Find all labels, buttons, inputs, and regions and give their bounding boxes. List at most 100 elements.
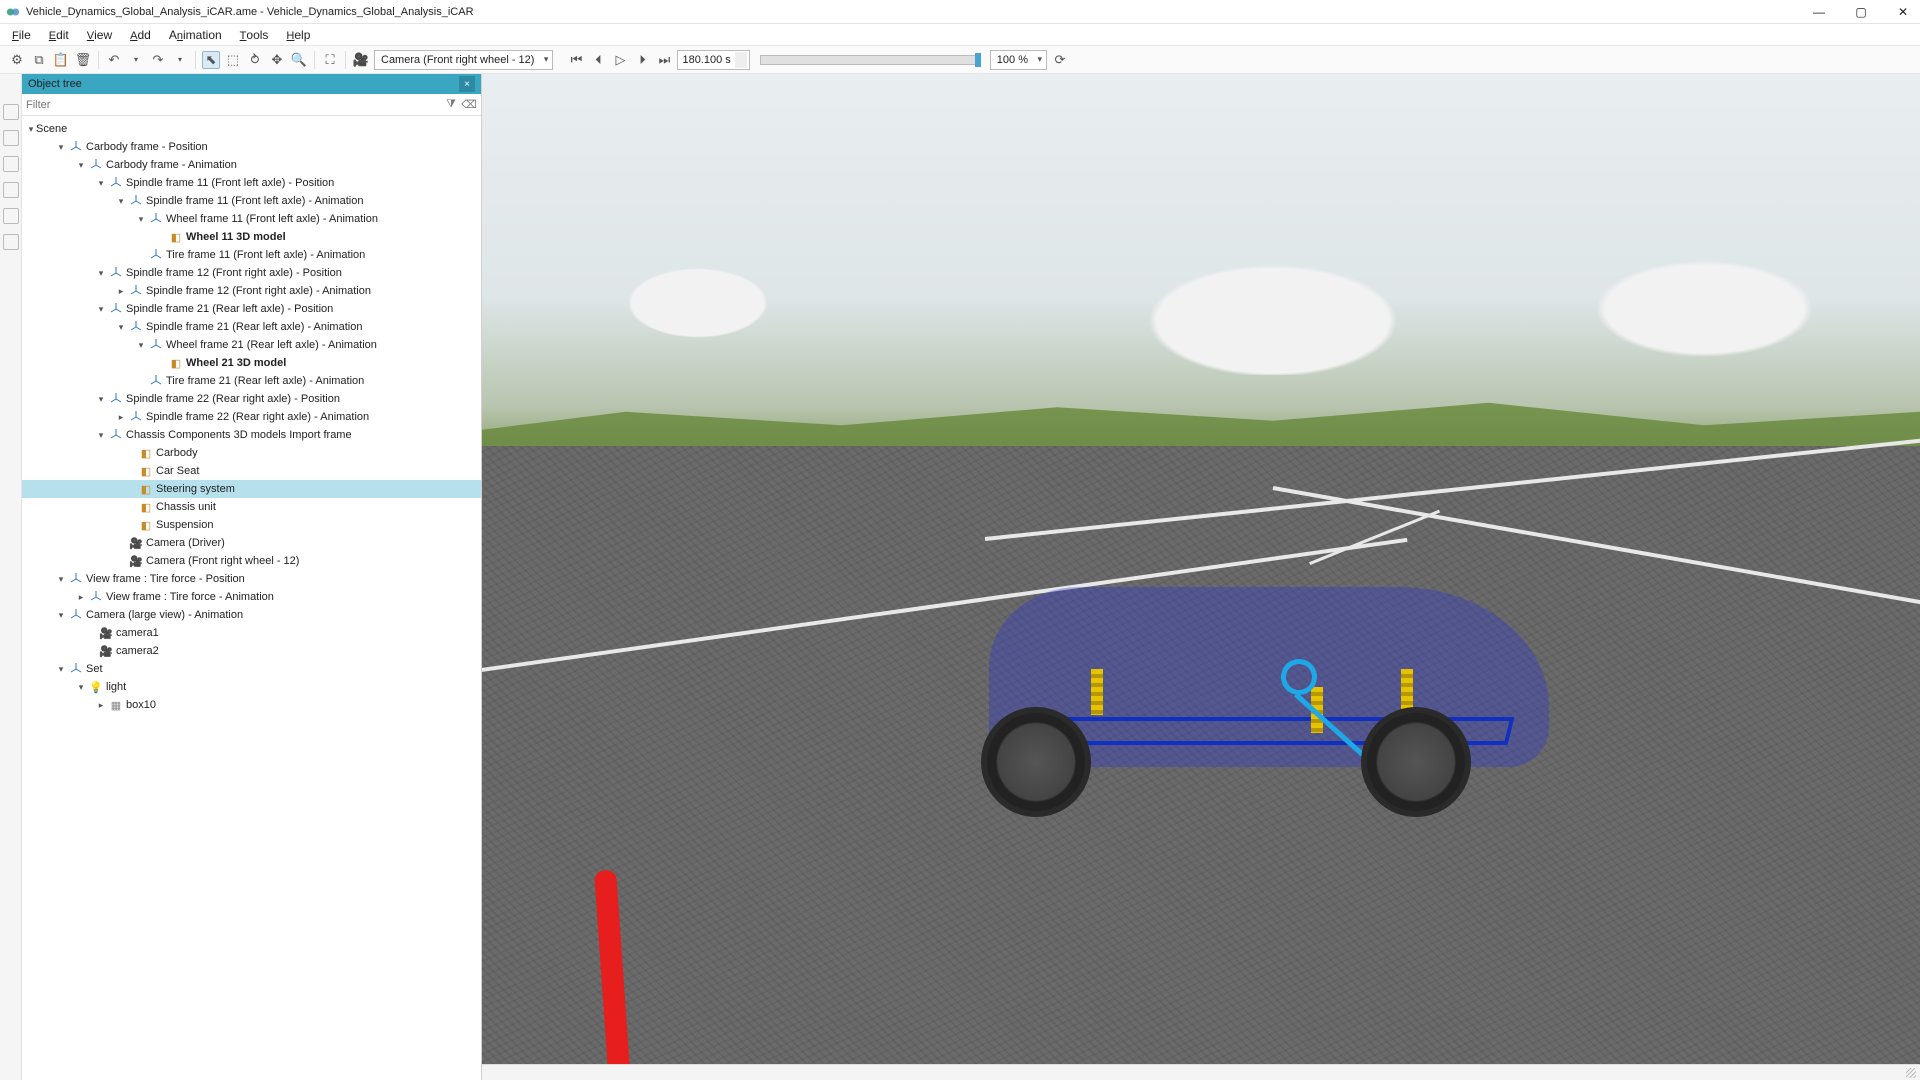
rail-icon-1[interactable] [3,104,19,120]
tree-carbody-pos[interactable]: ▾Carbody frame - Position [22,138,481,156]
maximize-button[interactable]: ▢ [1854,5,1868,19]
tree-wf11-anim[interactable]: ▾Wheel frame 11 (Front left axle) - Anim… [22,210,481,228]
tree-view-tire-pos[interactable]: ▾View frame : Tire force - Position [22,570,481,588]
axes-icon [109,266,123,280]
tree-carbody[interactable]: ▸◧Carbody [22,444,481,462]
viewport-3d[interactable] [482,74,1920,1080]
loop-icon[interactable]: ⟳ [1051,51,1069,69]
step-forward-icon[interactable]: ⏵ [633,51,651,69]
delete-icon[interactable]: 🗑 [74,51,92,69]
tree-carseat[interactable]: ▸◧Car Seat [22,462,481,480]
rail-icon-6[interactable] [3,234,19,250]
panel-title: Object tree [28,78,82,90]
timeline-slider[interactable] [760,55,980,65]
redo-menu-icon[interactable]: ▾ [171,51,189,69]
rail-icon-5[interactable] [3,208,19,224]
tree-sp11-anim[interactable]: ▾Spindle frame 11 (Front left axle) - An… [22,192,481,210]
time-field[interactable]: 180.100 s ▴▾ [677,50,749,70]
menu-bar: File Edit View Add Animation Tools Help [0,24,1920,46]
rail-icon-4[interactable] [3,182,19,198]
vehicle-model [971,577,1561,837]
select-tool-icon[interactable]: ⬉ [202,51,220,69]
tree-set[interactable]: ▾Set [22,660,481,678]
fit-view-icon[interactable]: ⛶ [321,51,339,69]
tree-wf21-anim[interactable]: ▾Wheel frame 21 (Rear left axle) - Anima… [22,336,481,354]
tree-wheel11-model[interactable]: ▸◧Wheel 11 3D model [22,228,481,246]
step-back-icon[interactable]: ⏴ [589,51,607,69]
menu-file[interactable]: File [12,28,31,42]
tree-sp22-pos[interactable]: ▾Spindle frame 22 (Rear right axle) - Po… [22,390,481,408]
paste-icon[interactable]: 📋 [52,51,70,69]
tree-cam-large-anim[interactable]: ▾Camera (large view) - Animation [22,606,481,624]
axes-icon [109,428,123,442]
tree-sp21-anim[interactable]: ▾Spindle frame 21 (Rear left axle) - Ani… [22,318,481,336]
settings-icon[interactable]: ⚙ [8,51,26,69]
light-icon: 💡 [89,680,103,694]
menu-animation[interactable]: Animation [169,28,222,42]
pan-icon[interactable]: ✥ [268,51,286,69]
orbit-icon[interactable]: ⥁ [246,51,264,69]
axes-icon [109,302,123,316]
tree-chassis-import[interactable]: ▾Chassis Components 3D models Import fra… [22,426,481,444]
undo-menu-icon[interactable]: ▾ [127,51,145,69]
tree-tire21-anim[interactable]: ▸Tire frame 21 (Rear left axle) - Animat… [22,372,481,390]
redo-icon[interactable]: ↷ [149,51,167,69]
tree-view-tire-anim[interactable]: ▸View frame : Tire force - Animation [22,588,481,606]
zoom-icon[interactable]: 🔍 [290,51,308,69]
menu-help[interactable]: Help [286,28,310,42]
axes-icon [129,284,143,298]
play-icon[interactable]: ▷ [611,51,629,69]
copy-icon[interactable]: ⧉ [30,51,48,69]
tree-sp12-anim[interactable]: ▸Spindle frame 12 (Front right axle) - A… [22,282,481,300]
tree-camera2[interactable]: ▸🎥camera2 [22,642,481,660]
tree-wheel21-model[interactable]: ▸◧Wheel 21 3D model [22,354,481,372]
close-button[interactable]: ✕ [1896,5,1910,19]
cube-icon: ◧ [139,464,153,478]
axes-icon [89,590,103,604]
window-title: Vehicle_Dynamics_Global_Analysis_iCAR.am… [26,6,1812,18]
tree-carbody-anim[interactable]: ▾Carbody frame - Animation [22,156,481,174]
menu-edit[interactable]: Edit [49,28,69,42]
tree-chassis-unit[interactable]: ▸◧Chassis unit [22,498,481,516]
tree-cam-frw12[interactable]: ▸🎥Camera (Front right wheel - 12) [22,552,481,570]
skip-end-icon[interactable]: ⏭ [655,51,673,69]
rail-icon-2[interactable] [3,130,19,146]
skip-start-icon[interactable]: ⏮ [567,51,585,69]
axes-icon [69,140,83,154]
tree-steering[interactable]: ▸◧Steering system [22,480,481,498]
tree-tire11-anim[interactable]: ▸Tire frame 11 (Front left axle) - Anima… [22,246,481,264]
cube-icon: ◧ [169,356,183,370]
tree-scene[interactable]: ▾Scene [22,120,481,138]
toolbar: ⚙ ⧉ 📋 🗑 ↶ ▾ ↷ ▾ ⬉ ⬚ ⥁ ✥ 🔍 ⛶ 🎥 Camera (Fr… [0,46,1920,74]
camera-icon[interactable]: 🎥 [352,51,370,69]
filter-row: ⧩ ⌫ [22,94,481,116]
camera-dropdown[interactable]: Camera (Front right wheel - 12) [374,50,553,70]
tree-box10[interactable]: ▸▦box10 [22,696,481,714]
tree-sp11-pos[interactable]: ▾Spindle frame 11 (Front left axle) - Po… [22,174,481,192]
tree-sp22-anim[interactable]: ▸Spindle frame 22 (Rear right axle) - An… [22,408,481,426]
panel-close-button[interactable]: × [459,76,475,92]
tree-cam-driver[interactable]: ▸🎥Camera (Driver) [22,534,481,552]
tree-light[interactable]: ▾💡light [22,678,481,696]
resize-grip-icon[interactable] [1906,1068,1916,1078]
tree-suspension[interactable]: ▸◧Suspension [22,516,481,534]
axes-icon [129,194,143,208]
menu-view[interactable]: View [87,28,112,42]
region-select-icon[interactable]: ⬚ [224,51,242,69]
panel-header: Object tree × [22,74,481,94]
filter-clear-icon[interactable]: ⌫ [461,97,477,113]
tree-sp12-pos[interactable]: ▾Spindle frame 12 (Front right axle) - P… [22,264,481,282]
undo-icon[interactable]: ↶ [105,51,123,69]
filter-input[interactable] [26,99,441,111]
menu-add[interactable]: Add [130,28,151,42]
filter-funnel-icon[interactable]: ⧩ [443,97,459,113]
minimize-button[interactable]: — [1812,5,1826,19]
axes-icon [149,212,163,226]
tree-sp21-pos[interactable]: ▾Spindle frame 21 (Rear left axle) - Pos… [22,300,481,318]
object-tree[interactable]: ▾Scene ▾Carbody frame - Position ▾Carbod… [22,116,481,1080]
rail-icon-3[interactable] [3,156,19,172]
tree-camera1[interactable]: ▸🎥camera1 [22,624,481,642]
menu-tools[interactable]: Tools [240,28,269,42]
zoom-dropdown[interactable]: 100 % [990,50,1047,70]
cube-icon: ◧ [139,500,153,514]
